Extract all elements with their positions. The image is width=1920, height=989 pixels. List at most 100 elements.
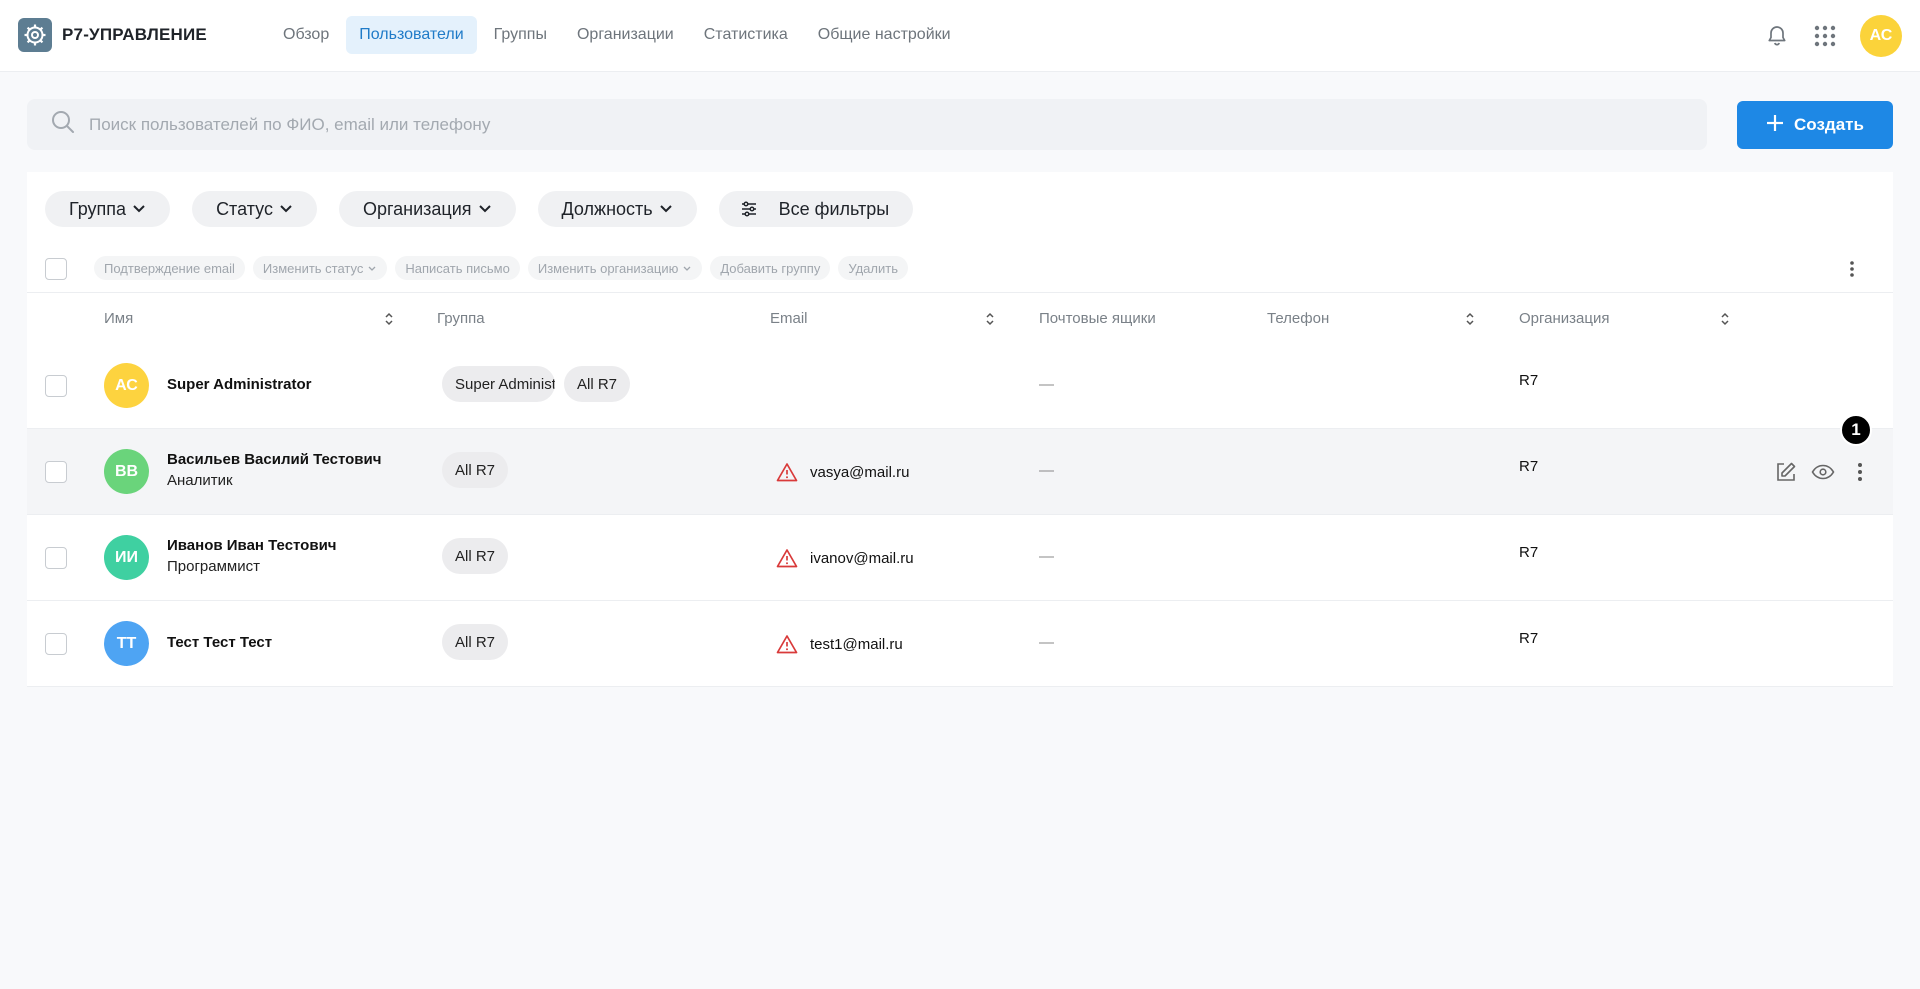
header-phone: Телефон	[1267, 310, 1330, 327]
bulk-add-group-button[interactable]: Добавить группу	[710, 256, 831, 280]
sort-icon[interactable]	[1465, 312, 1475, 326]
filter-group[interactable]: Группа	[45, 191, 171, 227]
filter-group-label: Группа	[69, 198, 127, 219]
bulk-actions-bar: Подтверждение email Изменить статус Напи…	[27, 245, 1893, 293]
mailboxes-value: —	[1039, 634, 1054, 651]
search-icon	[51, 110, 75, 139]
avatar: АС	[104, 363, 149, 408]
user-name-block: Иванов Иван Тестович Программист	[167, 537, 337, 575]
sliders-icon	[741, 201, 756, 217]
more-vertical-icon[interactable]	[1844, 257, 1860, 281]
app-title: Р7-УПРАВЛЕНИЕ	[62, 25, 207, 44]
header-organization: Организация	[1519, 310, 1610, 327]
bell-icon[interactable]	[1764, 23, 1790, 49]
email-value: ivanov@mail.ru	[810, 549, 914, 567]
bulk-add-group-label: Добавить группу	[720, 260, 821, 276]
table-row[interactable]: ИИ Иванов Иван Тестович Программист All …	[27, 515, 1893, 601]
all-filters-label: Все фильтры	[778, 198, 890, 219]
bulk-change-status-label: Изменить статус	[262, 260, 364, 276]
group-chip[interactable]: All R7	[442, 624, 509, 660]
filter-organization[interactable]: Организация	[338, 191, 516, 227]
group-chip[interactable]: Super Administrators	[442, 366, 555, 402]
group-chips: All R7	[442, 538, 509, 574]
bulk-delete-button[interactable]: Удалить	[838, 256, 908, 280]
nav-item-users[interactable]: Пользователи	[346, 16, 477, 54]
user-avatar[interactable]: АС	[1860, 15, 1902, 57]
more-vertical-icon[interactable]	[1848, 460, 1872, 484]
bulk-confirm-email-button[interactable]: Подтверждение email	[94, 256, 245, 280]
user-position: Программист	[167, 558, 260, 575]
all-filters-button[interactable]: Все фильтры	[718, 191, 914, 227]
filter-status[interactable]: Статус	[192, 191, 317, 227]
search-input[interactable]	[89, 114, 1589, 135]
table-row[interactable]: АС Super Administrator Super Administrat…	[27, 343, 1893, 429]
header-name: Имя	[104, 310, 134, 327]
plus-icon	[1766, 114, 1784, 137]
create-user-button[interactable]: Создать	[1737, 101, 1893, 149]
sort-icon[interactable]	[1720, 312, 1730, 326]
header-group: Группа	[437, 310, 485, 327]
main-nav: Обзор Пользователи Группы Организации Ст…	[270, 16, 964, 54]
warning-icon	[776, 635, 798, 654]
user-name: Тест Тест Тест	[167, 634, 273, 651]
organization-value: R7	[1519, 458, 1539, 475]
group-chip[interactable]: All R7	[442, 538, 509, 574]
table-row[interactable]: ВВ Васильев Василий Тестович Аналитик Al…	[27, 429, 1893, 515]
user-name: Васильев Василий Тестович	[167, 451, 382, 468]
header-mailboxes: Почтовые ящики	[1039, 310, 1156, 327]
top-bar: Р7-УПРАВЛЕНИЕ Обзор Пользователи Группы …	[0, 0, 1920, 72]
gear-logo-icon	[18, 18, 52, 52]
user-position: Аналитик	[167, 472, 233, 489]
row-checkbox[interactable]	[45, 461, 67, 483]
avatar: ТТ	[104, 621, 149, 666]
group-chips: All R7	[442, 624, 509, 660]
header-actions: АС	[1764, 15, 1902, 57]
sort-icon[interactable]	[384, 312, 394, 326]
chevron-down-icon	[683, 266, 691, 271]
email-value: test1@mail.ru	[810, 635, 903, 653]
chevron-down-icon	[368, 266, 376, 271]
view-icon[interactable]	[1811, 460, 1835, 484]
filter-status-label: Статус	[216, 198, 273, 219]
nav-item-statistics[interactable]: Статистика	[691, 16, 801, 54]
user-name-block: Тест Тест Тест	[167, 634, 272, 651]
nav-item-general-settings[interactable]: Общие настройки	[805, 16, 964, 54]
table-row[interactable]: ТТ Тест Тест Тест All R7 test1@mail.ru —…	[27, 601, 1893, 687]
select-all-checkbox[interactable]	[45, 258, 67, 280]
search-bar	[27, 99, 1707, 150]
nav-item-organizations[interactable]: Организации	[564, 16, 687, 54]
user-name: Иванов Иван Тестович	[167, 537, 337, 554]
table-header: Имя Группа Email Почтовые ящики Телефон …	[27, 293, 1893, 343]
email-cell: vasya@mail.ru	[776, 462, 909, 482]
filter-organization-label: Организация	[362, 198, 472, 219]
header-email: Email	[770, 310, 808, 327]
create-button-label: Создать	[1794, 115, 1864, 134]
bulk-change-status-button[interactable]: Изменить статус	[252, 256, 388, 280]
app-logo[interactable]: Р7-УПРАВЛЕНИЕ	[18, 18, 207, 52]
bulk-change-organization-button[interactable]: Изменить организацию	[527, 256, 703, 280]
warning-icon	[776, 463, 798, 482]
sort-icon[interactable]	[985, 312, 995, 326]
edit-icon[interactable]	[1774, 460, 1798, 484]
bulk-write-letter-label: Написать письмо	[405, 260, 510, 276]
group-chip[interactable]: All R7	[442, 452, 509, 488]
row-checkbox[interactable]	[45, 633, 67, 655]
nav-item-groups[interactable]: Группы	[481, 16, 560, 54]
row-checkbox[interactable]	[45, 375, 67, 397]
mailboxes-value: —	[1039, 548, 1054, 565]
nav-item-overview[interactable]: Обзор	[270, 16, 342, 54]
chevron-down-icon	[659, 205, 672, 213]
user-name: Super Administrator	[167, 376, 312, 393]
apps-grid-icon[interactable]	[1812, 23, 1838, 49]
bulk-actions: Подтверждение email Изменить статус Напи…	[94, 256, 908, 280]
avatar: ВВ	[104, 449, 149, 494]
email-cell: ivanov@mail.ru	[776, 548, 914, 568]
group-chip[interactable]: All R7	[564, 366, 631, 402]
bulk-write-letter-button[interactable]: Написать письмо	[395, 256, 520, 280]
filter-position[interactable]: Должность	[537, 191, 697, 227]
filter-position-label: Должность	[561, 198, 653, 219]
user-name-block: Васильев Василий Тестович Аналитик	[167, 451, 381, 489]
row-checkbox[interactable]	[45, 547, 67, 569]
user-name-block: Super Administrator	[167, 376, 311, 393]
row-actions	[1774, 460, 1872, 484]
